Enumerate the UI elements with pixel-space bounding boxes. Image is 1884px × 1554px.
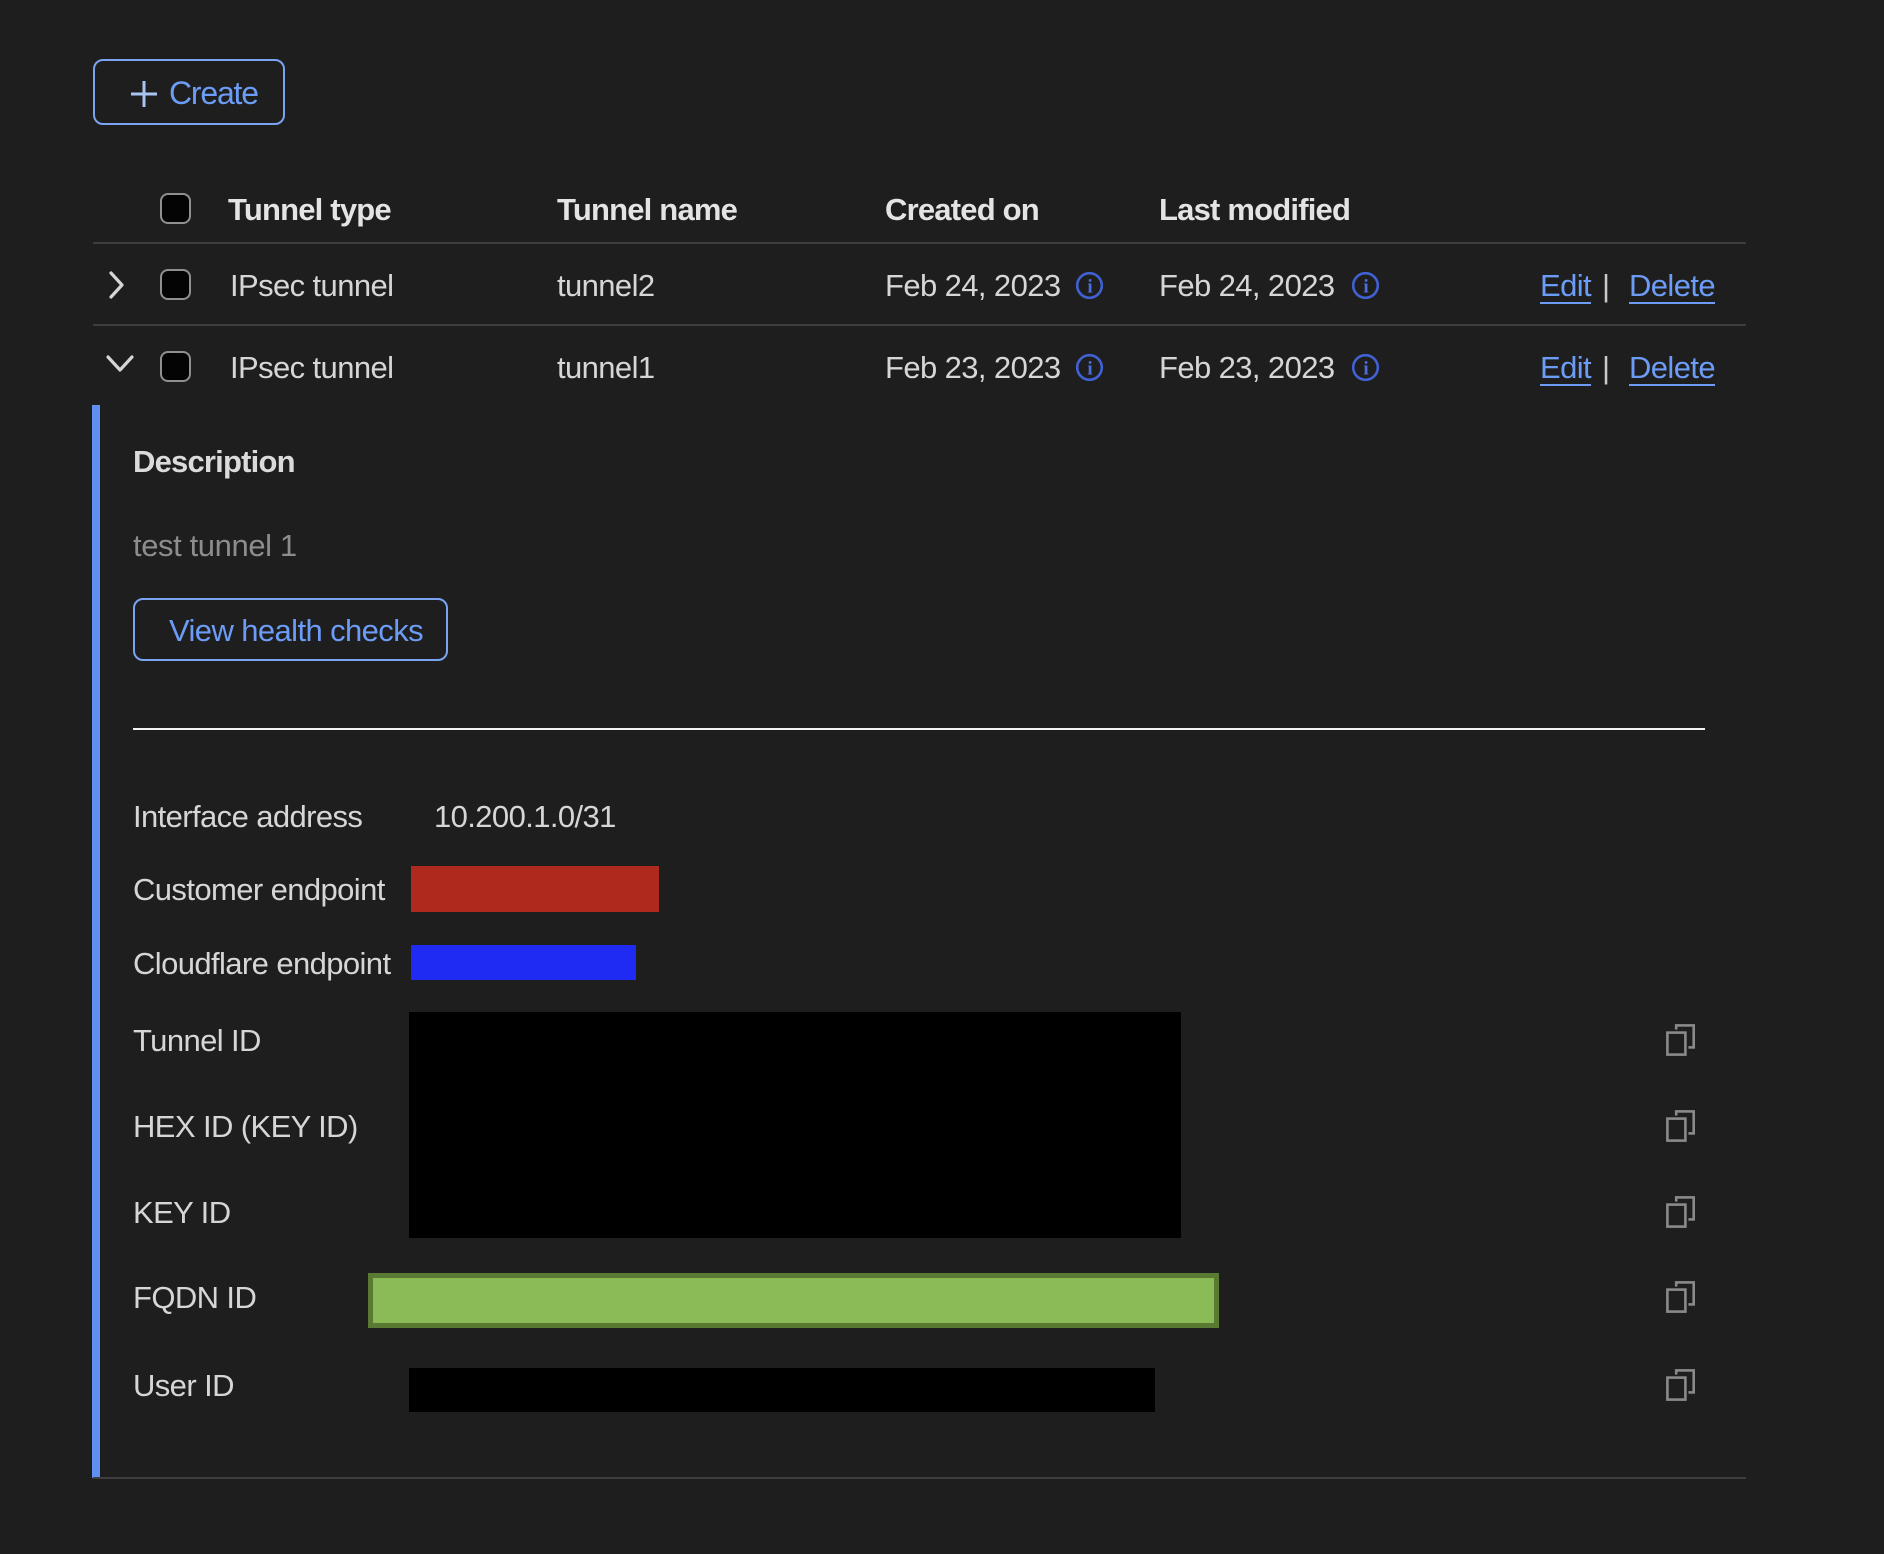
svg-text:i: i: [1087, 359, 1092, 380]
svg-text:i: i: [1087, 277, 1092, 298]
svg-text:i: i: [1363, 359, 1368, 380]
svg-text:i: i: [1363, 277, 1368, 298]
